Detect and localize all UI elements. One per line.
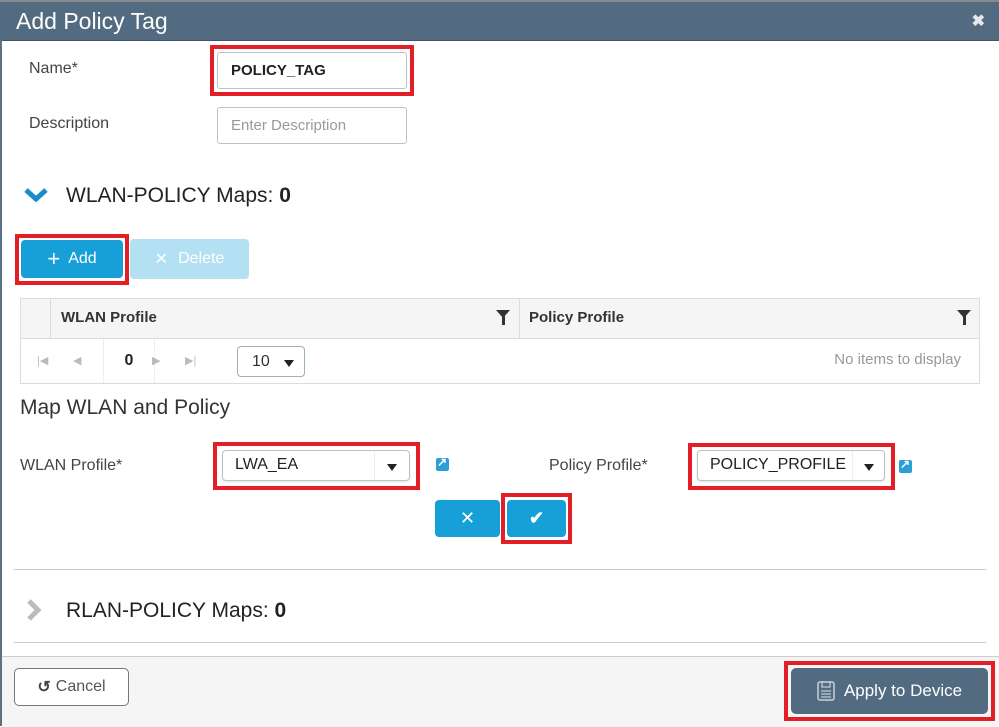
rlan-section-label: RLAN-POLICY Maps: [66, 599, 269, 622]
undo-icon: ↺ [37, 679, 51, 696]
dialog-left-edge [0, 40, 2, 726]
delete-button[interactable]: ✕ Delete [130, 239, 249, 279]
save-icon [817, 681, 835, 701]
column-header-policy-profile[interactable]: Policy Profile [529, 309, 624, 326]
cancel-button[interactable]: ↺ Cancel [14, 668, 129, 706]
wlan-profile-label: WLAN Profile* [20, 457, 123, 474]
policy-profile-value: POLICY_PROFILE [710, 456, 847, 473]
x-icon: ✕ [154, 251, 169, 268]
caret-down-icon [864, 464, 874, 471]
apply-label: Apply to Device [843, 681, 963, 700]
close-icon[interactable]: ✖ [972, 11, 985, 31]
cancel-label: Cancel [55, 678, 106, 695]
add-button[interactable]: + Add [21, 240, 123, 278]
plus-icon: + [47, 246, 61, 271]
page-number: 0 [103, 339, 155, 383]
divider [14, 642, 986, 643]
checkmark-icon: ✔ [528, 508, 545, 528]
page-size-value: 10 [252, 352, 270, 370]
dialog-title: Add Policy Tag [16, 8, 168, 34]
filter-icon[interactable] [496, 310, 510, 325]
column-header-wlan-profile[interactable]: WLAN Profile [61, 309, 157, 326]
column-separator [50, 299, 51, 338]
policy-profile-label: Policy Profile* [549, 457, 648, 474]
dialog-header: Add Policy Tag ✖ [0, 2, 999, 41]
next-page-icon[interactable]: ▶ [152, 354, 160, 367]
wlan-section-count: 0 [279, 184, 291, 207]
rlan-section-count: 0 [274, 599, 287, 622]
filter-icon[interactable] [957, 310, 971, 325]
page-size-select[interactable]: 10 [237, 346, 305, 377]
table-header: WLAN Profile Policy Profile [21, 299, 979, 339]
name-label: Name* [29, 60, 78, 77]
empty-message: No items to display [834, 351, 961, 368]
wlan-section-title[interactable]: WLAN-POLICY Maps: 0 [66, 184, 291, 208]
last-page-icon[interactable]: ▶| [185, 354, 196, 367]
select-separator [852, 451, 853, 480]
wlan-section-label: WLAN-POLICY Maps: [66, 184, 274, 207]
column-separator [519, 299, 520, 338]
external-link-icon[interactable] [899, 457, 912, 473]
name-value: POLICY_TAG [231, 62, 326, 79]
description-input[interactable]: Enter Description [217, 107, 407, 144]
wlan-policy-table: WLAN Profile Policy Profile |◀ ◀ 0 ▶ ▶| … [20, 298, 980, 384]
external-link-icon[interactable] [436, 455, 449, 471]
name-input[interactable]: POLICY_TAG [217, 52, 407, 89]
divider [14, 569, 986, 570]
cancel-mapping-button[interactable]: ✕ [435, 500, 500, 537]
select-separator [374, 451, 375, 480]
description-placeholder: Enter Description [231, 117, 347, 134]
confirm-mapping-button[interactable]: ✔ [507, 500, 566, 537]
first-page-icon[interactable]: |◀ [37, 354, 48, 367]
chevron-down-icon[interactable] [24, 187, 48, 203]
prev-page-icon[interactable]: ◀ [73, 354, 81, 367]
apply-to-device-button[interactable]: Apply to Device [791, 668, 988, 714]
wlan-profile-select[interactable]: LWA_EA [222, 450, 410, 481]
caret-down-icon [283, 360, 294, 367]
policy-profile-select[interactable]: POLICY_PROFILE [697, 450, 885, 481]
rlan-section-title[interactable]: RLAN-POLICY Maps: 0 [66, 599, 286, 623]
wlan-profile-value: LWA_EA [235, 456, 299, 473]
chevron-right-icon[interactable] [26, 599, 42, 621]
map-section-title: Map WLAN and Policy [20, 396, 231, 419]
delete-label: Delete [178, 250, 225, 267]
x-icon: ✕ [459, 508, 476, 528]
description-label: Description [29, 115, 110, 132]
add-label: Add [68, 250, 97, 267]
caret-down-icon [387, 464, 397, 471]
